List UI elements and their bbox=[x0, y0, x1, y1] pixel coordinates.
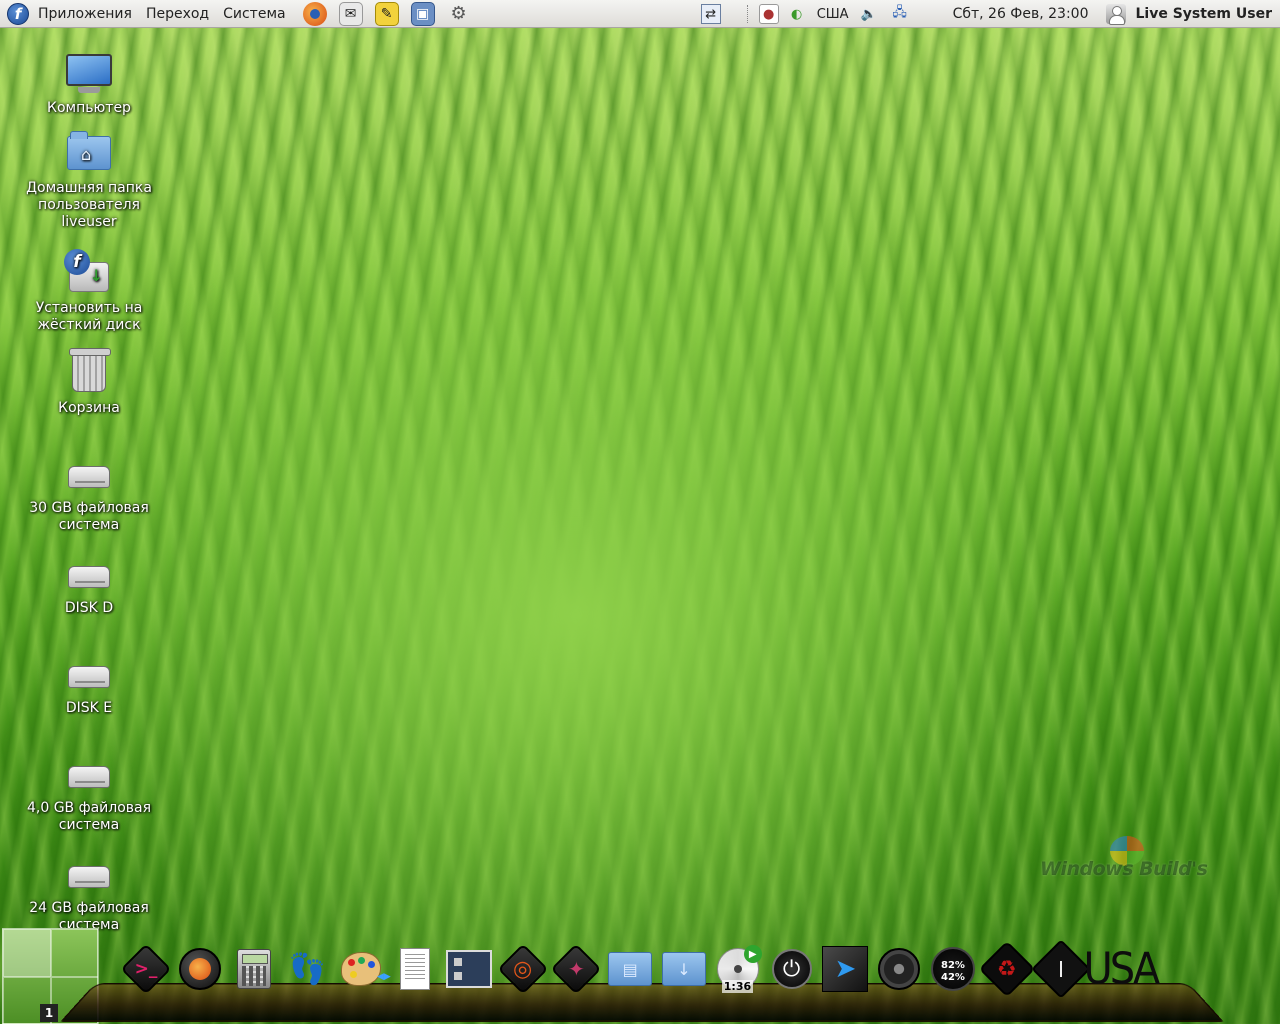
media-icon[interactable]: ● bbox=[758, 4, 779, 24]
user-switcher[interactable]: Live System User bbox=[1106, 4, 1272, 25]
terminal-icon[interactable]: >_ bbox=[120, 943, 172, 995]
cd-player-icon[interactable]: ▶ 1:36 bbox=[714, 944, 762, 994]
workspace-2[interactable] bbox=[51, 929, 99, 977]
desktop-icon-drive-4gb[interactable]: 4,0 GB файловая система bbox=[19, 748, 159, 834]
window-switcher-icon[interactable] bbox=[445, 944, 493, 994]
settings-icon[interactable]: ⚙ bbox=[447, 2, 471, 26]
drive-icon bbox=[65, 548, 113, 596]
desktop-icon-label: Корзина bbox=[58, 400, 120, 416]
fedora-logo-icon[interactable]: f bbox=[7, 2, 29, 25]
screenshot-icon[interactable]: ▣ bbox=[410, 1, 435, 26]
usa-label[interactable]: USA bbox=[1083, 944, 1160, 995]
cd-time-label: 1:36 bbox=[721, 980, 754, 993]
desktop-icon-drive-24gb[interactable]: 24 GB файловая система bbox=[19, 848, 159, 934]
menu-system[interactable]: Система bbox=[216, 0, 292, 27]
desktop-icon-label: 30 GB файловая система bbox=[29, 500, 149, 533]
firefox-icon[interactable] bbox=[302, 1, 327, 26]
downloads-folder-icon[interactable]: ↓ bbox=[660, 944, 708, 994]
watermark-text: Windows Build's bbox=[1040, 858, 1208, 880]
document-icon[interactable]: ◀▶ bbox=[377, 944, 439, 994]
ubuntu-icon[interactable]: ◎ bbox=[497, 943, 549, 995]
keyboard-layout-indicator[interactable]: США bbox=[817, 7, 849, 22]
play-icon: ▶ bbox=[743, 945, 762, 963]
gauge-bottom-value: 42% bbox=[940, 972, 965, 983]
window-selector-icon[interactable]: ⇄ bbox=[700, 4, 721, 24]
desktop-icon-disk-e[interactable]: DISK E bbox=[19, 648, 159, 717]
desktop-icon-label: Компьютер bbox=[47, 100, 131, 116]
desktop-icon-label: Установить на жёсткий диск bbox=[35, 300, 143, 333]
mail-icon[interactable]: ✉ bbox=[338, 1, 363, 26]
install-icon: f ↓ bbox=[64, 248, 113, 296]
computer-icon bbox=[65, 48, 113, 96]
desktop-icon-install[interactable]: f ↓ Установить на жёсткий диск bbox=[19, 248, 159, 334]
volume-icon[interactable]: 🔈 bbox=[859, 4, 879, 24]
paint-palette-icon[interactable] bbox=[337, 944, 385, 994]
speaker-icon[interactable] bbox=[875, 944, 923, 994]
desktop-icon-trash[interactable]: Корзина bbox=[19, 348, 159, 417]
home-folder-icon: ⌂ bbox=[65, 128, 113, 176]
desktop-icon-label: DISK E bbox=[65, 700, 113, 716]
recycle-icon[interactable]: ♻ bbox=[978, 940, 1036, 998]
panel-clock[interactable]: Сбт, 26 Фев, 23:00 bbox=[953, 6, 1089, 22]
desktop-icon-label: 4,0 GB файловая система bbox=[26, 800, 152, 833]
windows-builds-watermark: Windows Build's bbox=[1040, 836, 1240, 880]
clock-icon[interactable] bbox=[1030, 939, 1091, 999]
usa-text: USA bbox=[1083, 943, 1160, 995]
terminal-glyph: >_ bbox=[134, 959, 158, 979]
drive-icon bbox=[65, 648, 113, 696]
desktop-icon-computer[interactable]: Компьютер bbox=[19, 48, 159, 117]
drive-icon bbox=[65, 748, 113, 796]
gauge-top-value: 82% bbox=[940, 960, 965, 971]
desktop-icon-drive-30gb[interactable]: 30 GB файловая система bbox=[19, 448, 159, 534]
calculator-icon[interactable] bbox=[230, 944, 278, 994]
documents-folder-icon[interactable]: ▤ bbox=[606, 944, 654, 994]
menu-places[interactable]: Переход bbox=[139, 0, 216, 27]
panel-tray: ⇄ ● ◐ США 🔈 🖧 Сбт, 26 Фев, 23:00 Live Sy… bbox=[697, 0, 1280, 28]
network-manager-icon[interactable]: 🖧 bbox=[887, 4, 913, 24]
desktop-icon-home[interactable]: ⌂ Домашняя папка пользователя liveuser bbox=[19, 128, 159, 231]
drive-icon bbox=[65, 448, 113, 496]
trash-icon bbox=[65, 348, 113, 396]
workspace-1[interactable] bbox=[3, 929, 51, 977]
footprints-icon[interactable]: 👣 bbox=[283, 944, 331, 994]
dock-scroll-arrows-icon: ◀▶ bbox=[376, 972, 391, 982]
active-workspace-number: 1 bbox=[40, 1004, 58, 1022]
desktop-icon-label: Домашняя папка пользователя liveuser bbox=[26, 180, 152, 230]
drive-icon bbox=[65, 848, 113, 896]
dock: >_ 👣 ◀▶ ◎ ✦ ▤ ↓ ▶ 1:36 ⏻ ➤ 82% 42% ♻ USA bbox=[120, 938, 1160, 999]
desktop-icon-disk-d[interactable]: DISK D bbox=[19, 548, 159, 617]
user-avatar-icon bbox=[1106, 4, 1127, 25]
menu-applications[interactable]: Приложения bbox=[31, 0, 139, 27]
firefox-icon[interactable] bbox=[176, 944, 224, 994]
network-status-icon[interactable]: ◐ bbox=[787, 4, 807, 24]
desktop-icon-label: DISK D bbox=[64, 600, 114, 616]
tray-separator bbox=[746, 5, 749, 23]
main-menu: f Приложения Переход Система bbox=[0, 0, 293, 27]
cursor-icon[interactable]: ➤ bbox=[821, 944, 869, 994]
notes-icon[interactable]: ✎ bbox=[374, 1, 399, 26]
gimp-icon[interactable]: ✦ bbox=[550, 943, 602, 995]
top-panel: f Приложения Переход Система ✉ ✎ ▣ ⚙ ⇄ ●… bbox=[0, 0, 1280, 28]
user-name: Live System User bbox=[1135, 6, 1272, 22]
power-icon[interactable]: ⏻ bbox=[768, 944, 816, 994]
cpu-gauge-icon[interactable]: 82% 42% bbox=[929, 944, 977, 994]
